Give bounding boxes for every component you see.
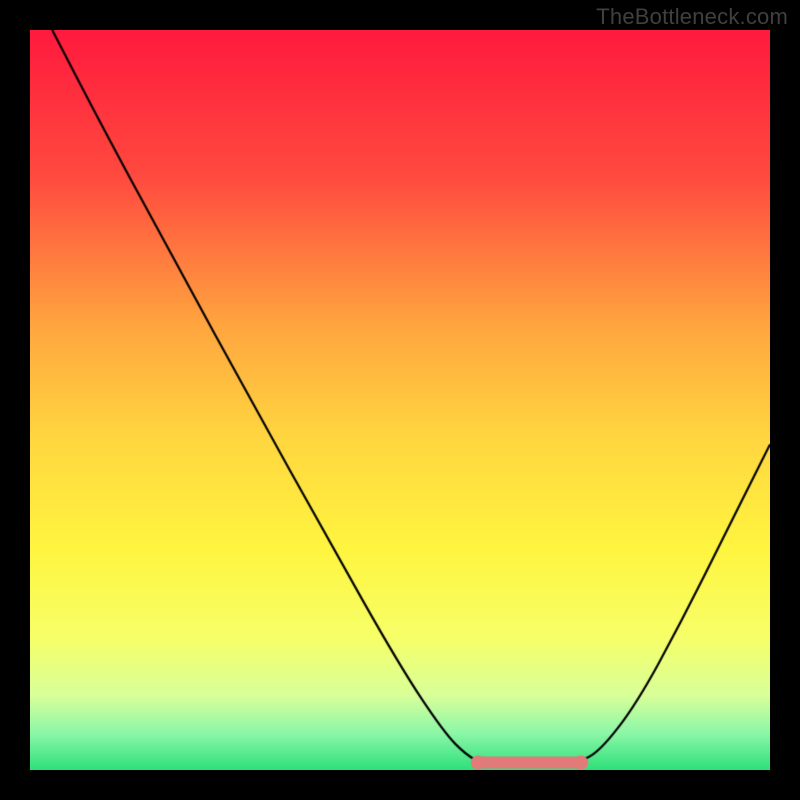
watermark-text: TheBottleneck.com <box>596 4 788 30</box>
bottleneck-curve <box>30 30 770 770</box>
chart-frame: TheBottleneck.com <box>0 0 800 800</box>
plot-area <box>30 30 770 770</box>
